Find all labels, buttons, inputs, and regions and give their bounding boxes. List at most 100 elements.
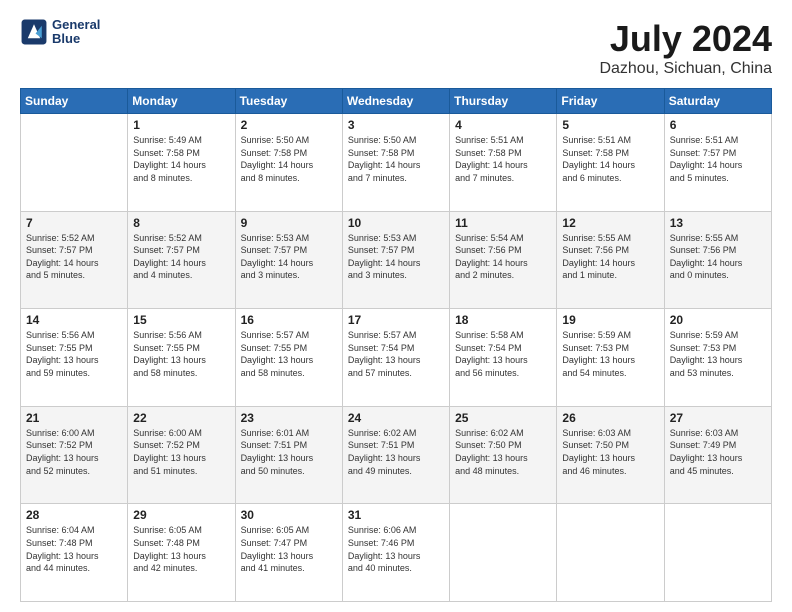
day-info: Sunrise: 5:51 AM Sunset: 7:58 PM Dayligh… (455, 134, 551, 184)
calendar-cell: 6 Sunrise: 5:51 AM Sunset: 7:57 PM Daylig… (664, 114, 771, 212)
day-number: 5 (562, 118, 658, 132)
day-number: 14 (26, 313, 122, 327)
calendar-cell: 28 Sunrise: 6:04 AM Sunset: 7:48 PM Dayli… (21, 504, 128, 602)
day-info: Sunrise: 6:05 AM Sunset: 7:48 PM Dayligh… (133, 524, 229, 574)
day-info: Sunrise: 5:50 AM Sunset: 7:58 PM Dayligh… (348, 134, 444, 184)
calendar-subtitle: Dazhou, Sichuan, China (599, 60, 772, 78)
calendar-cell: 9 Sunrise: 5:53 AM Sunset: 7:57 PM Daylig… (235, 211, 342, 309)
calendar-cell: 2 Sunrise: 5:50 AM Sunset: 7:58 PM Daylig… (235, 114, 342, 212)
calendar-cell: 15Sunrise: 5:56 AM Sunset: 7:55 PM Dayli… (128, 309, 235, 407)
calendar-cell: 1 Sunrise: 5:49 AM Sunset: 7:58 PM Daylig… (128, 114, 235, 212)
calendar-cell: 11Sunrise: 5:54 AM Sunset: 7:56 PM Dayli… (450, 211, 557, 309)
weekday-header-thursday: Thursday (450, 89, 557, 114)
calendar-cell: 29 Sunrise: 6:05 AM Sunset: 7:48 PM Dayli… (128, 504, 235, 602)
day-number: 3 (348, 118, 444, 132)
day-number: 16 (241, 313, 337, 327)
calendar-cell: 7 Sunrise: 5:52 AM Sunset: 7:57 PM Daylig… (21, 211, 128, 309)
day-info: Sunrise: 5:49 AM Sunset: 7:58 PM Dayligh… (133, 134, 229, 184)
week-row-5: 28 Sunrise: 6:04 AM Sunset: 7:48 PM Dayli… (21, 504, 772, 602)
calendar-cell: 21 Sunrise: 6:00 AM Sunset: 7:52 PM Dayli… (21, 406, 128, 504)
day-info: Sunrise: 5:53 AM Sunset: 7:57 PM Dayligh… (348, 232, 444, 282)
day-number: 21 (26, 411, 122, 425)
calendar-title: July 2024 (599, 18, 772, 60)
day-info: Sunrise: 5:55 AM Sunset: 7:56 PM Dayligh… (562, 232, 658, 282)
day-info: Sunrise: 5:52 AM Sunset: 7:57 PM Dayligh… (26, 232, 122, 282)
week-row-3: 14 Sunrise: 5:56 AM Sunset: 7:55 PM Dayli… (21, 309, 772, 407)
day-info: Sunrise: 5:51 AM Sunset: 7:57 PM Dayligh… (670, 134, 766, 184)
calendar-cell (664, 504, 771, 602)
day-info: Sunrise: 6:03 AM Sunset: 7:49 PM Dayligh… (670, 427, 766, 477)
week-row-1: 1 Sunrise: 5:49 AM Sunset: 7:58 PM Daylig… (21, 114, 772, 212)
logo: General Blue (20, 18, 100, 47)
day-info: Sunrise: 5:53 AM Sunset: 7:57 PM Dayligh… (241, 232, 337, 282)
calendar-cell: 22 Sunrise: 6:00 AM Sunset: 7:52 PM Dayli… (128, 406, 235, 504)
day-info: Sunrise: 6:00 AM Sunset: 7:52 PM Dayligh… (133, 427, 229, 477)
day-number: 1 (133, 118, 229, 132)
day-number: 20 (670, 313, 766, 327)
day-info: Sunrise: 5:58 AM Sunset: 7:54 PM Dayligh… (455, 329, 551, 379)
day-number: 29 (133, 508, 229, 522)
day-number: 22 (133, 411, 229, 425)
day-info: Sunrise: 6:02 AM Sunset: 7:50 PM Dayligh… (455, 427, 551, 477)
day-info: Sunrise: 5:57 AM Sunset: 7:55 PM Dayligh… (241, 329, 337, 379)
day-number: 24 (348, 411, 444, 425)
day-info: Sunrise: 6:04 AM Sunset: 7:48 PM Dayligh… (26, 524, 122, 574)
calendar-table: SundayMondayTuesdayWednesdayThursdayFrid… (20, 88, 772, 602)
day-info: Sunrise: 5:50 AM Sunset: 7:58 PM Dayligh… (241, 134, 337, 184)
day-number: 8 (133, 216, 229, 230)
day-info: Sunrise: 5:57 AM Sunset: 7:54 PM Dayligh… (348, 329, 444, 379)
logo-line2: Blue (52, 32, 100, 46)
day-number: 6 (670, 118, 766, 132)
calendar-cell: 3 Sunrise: 5:50 AM Sunset: 7:58 PM Daylig… (342, 114, 449, 212)
day-number: 7 (26, 216, 122, 230)
title-block: July 2024 Dazhou, Sichuan, China (599, 18, 772, 78)
day-info: Sunrise: 5:59 AM Sunset: 7:53 PM Dayligh… (670, 329, 766, 379)
calendar-cell: 19Sunrise: 5:59 AM Sunset: 7:53 PM Dayli… (557, 309, 664, 407)
day-number: 23 (241, 411, 337, 425)
day-number: 25 (455, 411, 551, 425)
calendar-cell: 20 Sunrise: 5:59 AM Sunset: 7:53 PM Dayli… (664, 309, 771, 407)
calendar-cell: 31 Sunrise: 6:06 AM Sunset: 7:46 PM Dayli… (342, 504, 449, 602)
logo-line1: General (52, 18, 100, 32)
calendar-cell: 25 Sunrise: 6:02 AM Sunset: 7:50 PM Dayli… (450, 406, 557, 504)
weekday-header-row: SundayMondayTuesdayWednesdayThursdayFrid… (21, 89, 772, 114)
calendar-cell: 17 Sunrise: 5:57 AM Sunset: 7:54 PM Dayli… (342, 309, 449, 407)
day-number: 2 (241, 118, 337, 132)
weekday-header-monday: Monday (128, 89, 235, 114)
day-info: Sunrise: 5:56 AM Sunset: 7:55 PM Dayligh… (26, 329, 122, 379)
day-number: 9 (241, 216, 337, 230)
calendar-cell (21, 114, 128, 212)
calendar-cell: 16 Sunrise: 5:57 AM Sunset: 7:55 PM Dayli… (235, 309, 342, 407)
day-number: 11 (455, 216, 551, 230)
calendar-cell (450, 504, 557, 602)
day-number: 28 (26, 508, 122, 522)
weekday-header-sunday: Sunday (21, 89, 128, 114)
calendar-cell: 5 Sunrise: 5:51 AM Sunset: 7:58 PM Daylig… (557, 114, 664, 212)
day-number: 12 (562, 216, 658, 230)
weekday-header-tuesday: Tuesday (235, 89, 342, 114)
day-info: Sunrise: 6:05 AM Sunset: 7:47 PM Dayligh… (241, 524, 337, 574)
weekday-header-saturday: Saturday (664, 89, 771, 114)
day-info: Sunrise: 6:03 AM Sunset: 7:50 PM Dayligh… (562, 427, 658, 477)
day-info: Sunrise: 5:55 AM Sunset: 7:56 PM Dayligh… (670, 232, 766, 282)
day-number: 30 (241, 508, 337, 522)
calendar-cell: 30 Sunrise: 6:05 AM Sunset: 7:47 PM Dayli… (235, 504, 342, 602)
calendar-cell: 8 Sunrise: 5:52 AM Sunset: 7:57 PM Daylig… (128, 211, 235, 309)
calendar-cell: 18Sunrise: 5:58 AM Sunset: 7:54 PM Dayli… (450, 309, 557, 407)
day-number: 15 (133, 313, 229, 327)
calendar-cell: 10Sunrise: 5:53 AM Sunset: 7:57 PM Dayli… (342, 211, 449, 309)
day-info: Sunrise: 6:00 AM Sunset: 7:52 PM Dayligh… (26, 427, 122, 477)
weekday-header-friday: Friday (557, 89, 664, 114)
day-info: Sunrise: 6:06 AM Sunset: 7:46 PM Dayligh… (348, 524, 444, 574)
day-number: 31 (348, 508, 444, 522)
calendar-cell: 13Sunrise: 5:55 AM Sunset: 7:56 PM Dayli… (664, 211, 771, 309)
calendar-cell: 24 Sunrise: 6:02 AM Sunset: 7:51 PM Dayli… (342, 406, 449, 504)
calendar-cell: 27Sunrise: 6:03 AM Sunset: 7:49 PM Dayli… (664, 406, 771, 504)
day-info: Sunrise: 5:52 AM Sunset: 7:57 PM Dayligh… (133, 232, 229, 282)
day-info: Sunrise: 5:59 AM Sunset: 7:53 PM Dayligh… (562, 329, 658, 379)
day-number: 17 (348, 313, 444, 327)
weekday-header-wednesday: Wednesday (342, 89, 449, 114)
day-info: Sunrise: 5:51 AM Sunset: 7:58 PM Dayligh… (562, 134, 658, 184)
day-info: Sunrise: 6:02 AM Sunset: 7:51 PM Dayligh… (348, 427, 444, 477)
calendar-cell: 4Sunrise: 5:51 AM Sunset: 7:58 PM Daylig… (450, 114, 557, 212)
